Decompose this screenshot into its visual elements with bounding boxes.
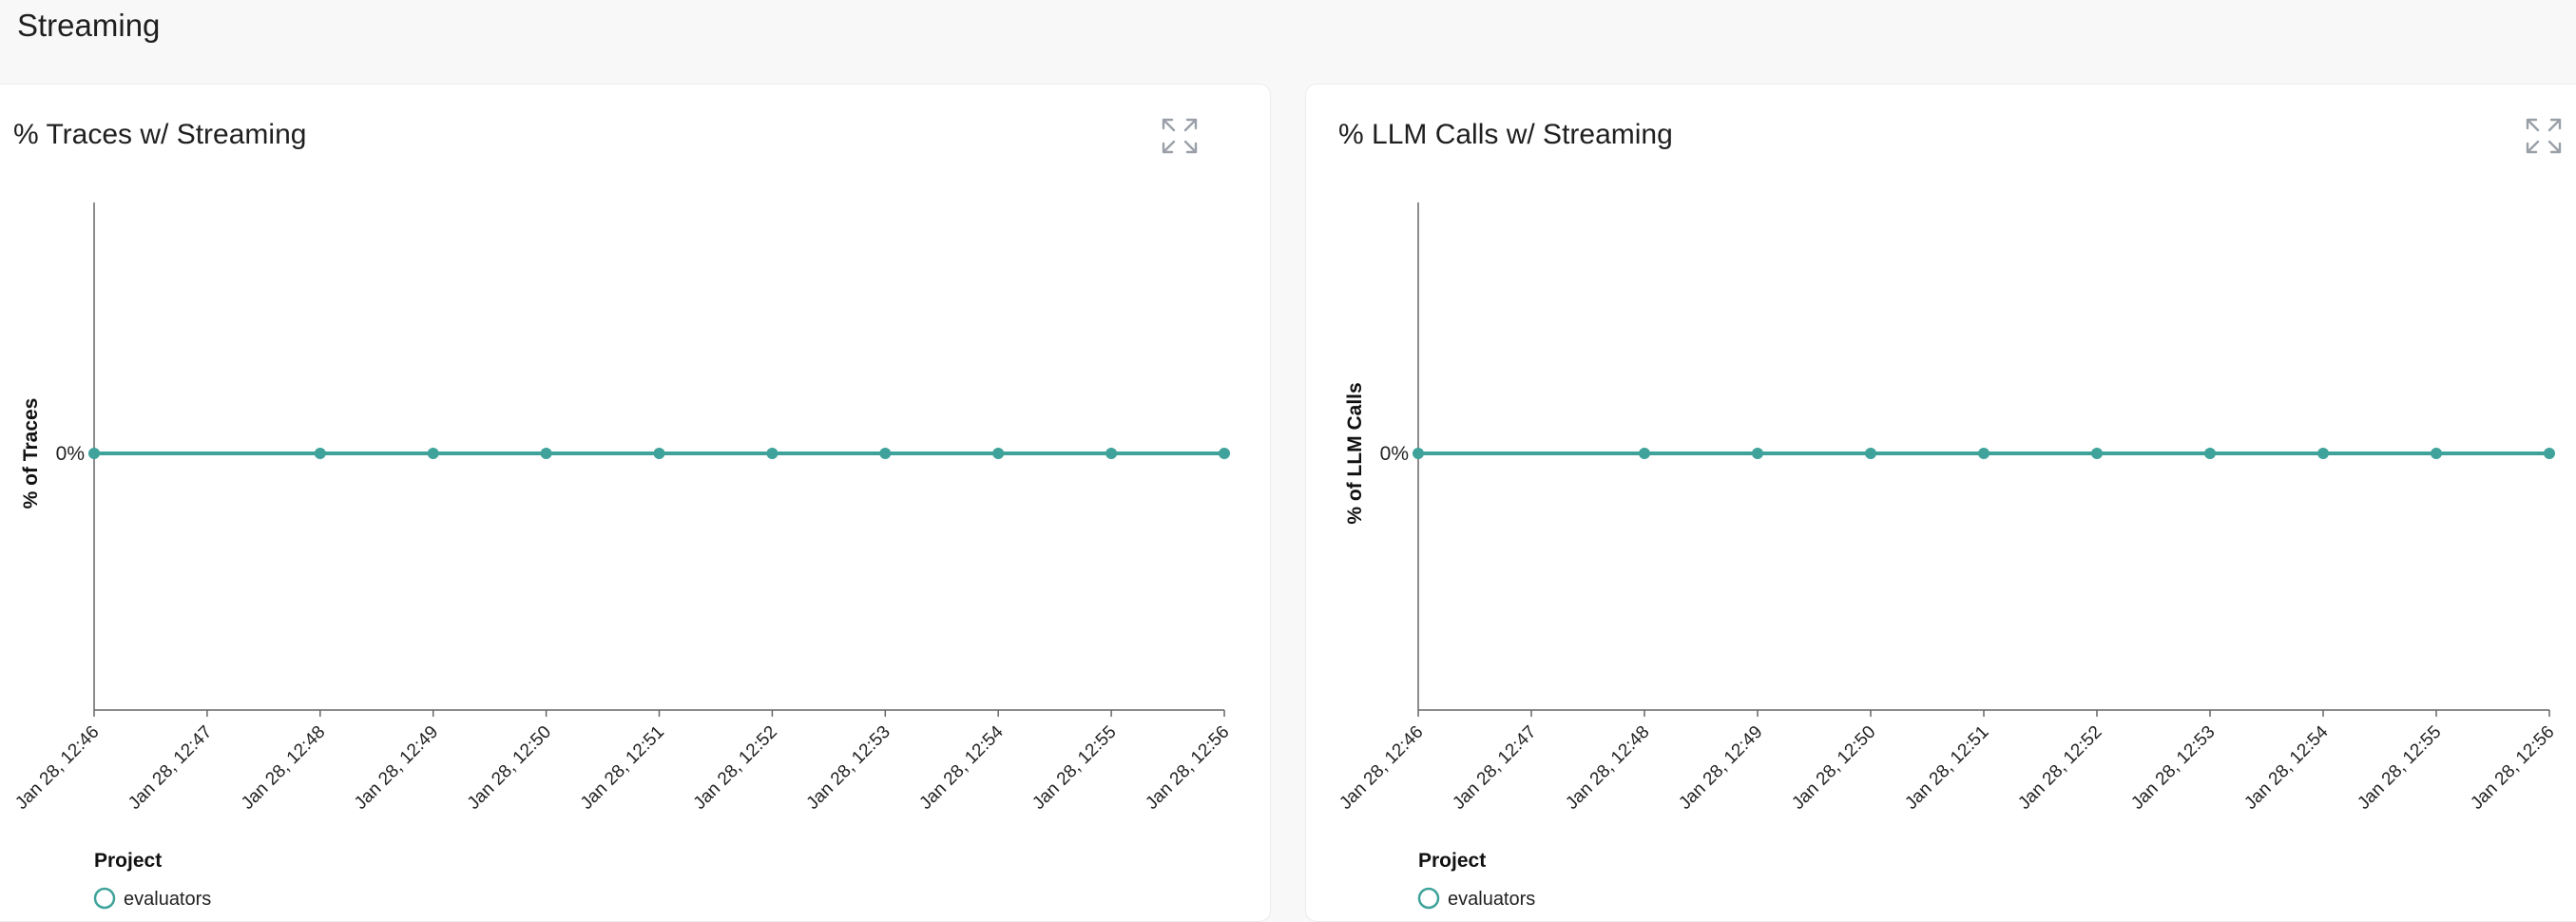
x-tick-label: Jan 28, 12:51 xyxy=(1901,722,1992,814)
x-tick-label: Jan 28, 12:54 xyxy=(2240,721,2333,814)
legend-swatch[interactable] xyxy=(1417,887,1440,910)
data-point xyxy=(2317,448,2329,459)
data-point xyxy=(879,448,892,459)
x-tick-label: Jan 28, 12:48 xyxy=(238,722,329,814)
x-tick-label: Jan 28, 12:46 xyxy=(11,722,103,814)
data-point xyxy=(2204,448,2216,459)
line-chart-llm-calls: 0%% of LLM CallsJan 28, 12:46 Jan 28, 12:… xyxy=(1336,202,2559,910)
x-tick-label: Jan 28, 12:50 xyxy=(1788,722,1879,814)
x-tick-label: Jan 28, 12:55 xyxy=(2354,722,2445,814)
chart-panel-llm-calls: % LLM Calls w/ Streaming 0%% of LLM Call… xyxy=(1305,84,2576,922)
data-point xyxy=(1752,448,1763,459)
x-tick-label: Jan 28, 12:46 xyxy=(1336,722,1427,814)
legend-swatch[interactable] xyxy=(93,887,116,910)
x-tick-label: Jan 28, 12:52 xyxy=(690,722,781,814)
data-point xyxy=(1639,448,1650,459)
x-tick-label: Jan 28, 12:49 xyxy=(351,722,442,814)
chart-panel-traces: % Traces w/ Streaming 0%% of Traces Jan 2… xyxy=(0,84,1271,922)
data-point xyxy=(427,448,439,459)
data-point xyxy=(992,448,1005,459)
legend-title: Project xyxy=(94,850,162,872)
x-tick-label: Jan 28, 12:52 xyxy=(2014,722,2105,814)
data-point xyxy=(1413,448,1424,459)
x-tick-label: Jan 28, 12:55 xyxy=(1028,722,1120,814)
y-axis-title: % of Traces xyxy=(20,398,42,509)
legend-item-label[interactable]: evaluators xyxy=(124,889,211,910)
legend-item-label[interactable]: evaluators xyxy=(1448,889,1535,910)
data-point xyxy=(1219,448,1230,459)
x-tick-label: Jan 28, 12:47 xyxy=(1449,722,1540,814)
x-tick-label: Jan 28, 12:53 xyxy=(2127,722,2219,814)
data-point xyxy=(314,448,326,459)
data-point xyxy=(88,448,100,459)
x-tick-label: Jan 28, 12:56 xyxy=(2467,722,2558,814)
data-point xyxy=(1865,448,1876,459)
data-point xyxy=(766,448,779,459)
data-point xyxy=(653,448,665,459)
x-tick-label: Jan 28, 12:51 xyxy=(577,722,668,814)
x-tick-label: Jan 28, 12:56 xyxy=(1142,722,1233,814)
y-tick-label: 0% xyxy=(1380,443,1409,465)
data-point xyxy=(1978,448,1990,459)
data-point xyxy=(2091,448,2103,459)
x-tick-label: Jan 28, 12:50 xyxy=(464,722,555,814)
data-point xyxy=(2544,448,2555,459)
data-point xyxy=(2431,448,2442,459)
x-tick-label: Jan 28, 12:49 xyxy=(1675,722,1766,814)
x-tick-label: Jan 28, 12:47 xyxy=(125,722,216,814)
x-tick-label: Jan 28, 12:48 xyxy=(1562,722,1653,814)
data-point xyxy=(1105,448,1118,459)
y-axis-title: % of LLM Calls xyxy=(1344,382,1366,524)
x-tick-label: Jan 28, 12:54 xyxy=(915,721,1008,814)
data-point xyxy=(540,448,552,459)
y-tick-label: 0% xyxy=(56,443,85,465)
legend-title: Project xyxy=(1418,850,1486,872)
x-tick-label: Jan 28, 12:53 xyxy=(803,722,894,814)
section-title: Streaming xyxy=(17,8,161,43)
line-chart-traces: 0%% of TracesJan 28, 12:46 Jan 28, 12:47 J… xyxy=(11,202,1234,910)
